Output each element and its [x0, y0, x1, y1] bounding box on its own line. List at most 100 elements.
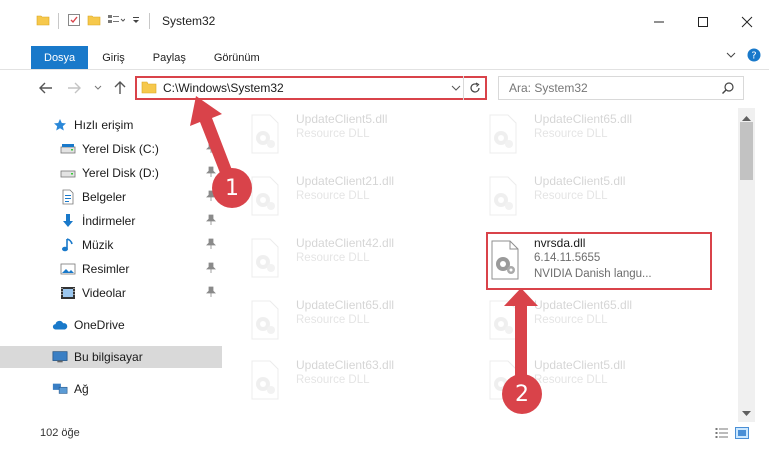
file-description: Resource DLL — [534, 374, 608, 386]
vertical-scrollbar[interactable] — [738, 108, 755, 422]
back-button[interactable] — [38, 80, 54, 96]
videos-icon — [60, 285, 76, 301]
pin-icon[interactable] — [206, 262, 216, 277]
sidebar-item-label: Bu bilgisayar — [74, 350, 143, 364]
customize-toolbar-icon[interactable] — [131, 13, 141, 30]
sidebar-item-local-disk-c[interactable]: Yerel Disk (C:) — [0, 138, 222, 160]
sidebar-item-local-disk-d[interactable]: Yerel Disk (D:) — [0, 162, 222, 184]
title-bar: System32 — [0, 0, 769, 42]
sidebar-item-this-pc[interactable]: Bu bilgisayar — [0, 346, 222, 368]
sidebar-item-quick-access[interactable]: Hızlı erişim — [0, 114, 222, 136]
tab-share[interactable]: Paylaş — [139, 46, 200, 69]
dll-file-icon — [248, 238, 282, 278]
file-name: UpdateClient65.dll — [534, 298, 633, 312]
maximize-icon — [698, 17, 708, 27]
properties-icon[interactable] — [67, 13, 81, 30]
expand-ribbon-icon[interactable] — [725, 49, 737, 64]
sidebar-item-label: Hızlı erişim — [74, 118, 134, 132]
pin-icon[interactable] — [206, 286, 216, 301]
view-switcher — [715, 427, 749, 442]
sidebar-item-videos[interactable]: Videolar — [0, 282, 222, 304]
status-bar: 102 öğe — [0, 424, 769, 446]
sidebar-item-network[interactable]: Ağ — [0, 378, 222, 400]
tab-home[interactable]: Giriş — [88, 46, 139, 69]
dll-file-icon — [486, 300, 520, 340]
sidebar-item-label: OneDrive — [74, 318, 125, 332]
file-name: UpdateClient65.dll — [534, 112, 633, 126]
chevron-down-icon[interactable] — [451, 82, 461, 97]
address-row: C:\Windows\System32 Ara: System32 — [0, 74, 769, 102]
file-name: UpdateClient5.dll — [296, 112, 388, 126]
callout-badge-2: 2 — [502, 374, 542, 414]
folder-icon — [36, 13, 50, 30]
pin-icon[interactable] — [206, 238, 216, 253]
minimize-icon — [654, 21, 664, 23]
sidebar-item-label: Resimler — [82, 262, 130, 276]
view-options-icon[interactable] — [107, 13, 126, 30]
minimize-button[interactable] — [637, 6, 681, 38]
file-item[interactable]: UpdateClient21.dll Resource DLL — [224, 170, 444, 220]
tab-view[interactable]: Görünüm — [200, 46, 274, 69]
up-button[interactable] — [112, 80, 128, 96]
file-description: Resource DLL — [296, 190, 370, 202]
file-item[interactable]: UpdateClient42.dll Resource DLL — [224, 232, 444, 282]
help-icon[interactable]: ? — [747, 48, 761, 65]
sidebar-item-label: Yerel Disk (D:) — [82, 166, 159, 180]
file-name: UpdateClient65.dll — [296, 298, 395, 312]
documents-icon — [60, 189, 76, 205]
refresh-button[interactable] — [463, 76, 485, 100]
dll-file-icon — [248, 114, 282, 154]
file-item[interactable]: UpdateClient5.dll Resource DLL — [224, 108, 444, 158]
file-description: Resource DLL — [296, 314, 370, 326]
new-folder-icon[interactable] — [87, 13, 101, 30]
file-highlight-box — [486, 232, 712, 290]
recent-locations-button[interactable] — [90, 80, 106, 96]
drive-icon — [60, 165, 76, 181]
close-button[interactable] — [725, 6, 769, 38]
scroll-down-icon[interactable] — [742, 406, 751, 420]
sidebar-item-onedrive[interactable]: OneDrive — [0, 314, 222, 336]
scrollbar-thumb[interactable] — [740, 122, 753, 180]
close-icon — [741, 16, 753, 28]
large-icons-view-icon[interactable] — [735, 427, 749, 442]
file-description: Resource DLL — [296, 128, 370, 140]
sidebar-item-downloads[interactable]: İndirmeler — [0, 210, 222, 232]
chevron-down-icon — [94, 85, 102, 90]
file-item[interactable]: UpdateClient5.dll Resource DLL — [462, 170, 682, 220]
sidebar-item-label: İndirmeler — [82, 214, 136, 228]
arrow-left-icon — [39, 82, 52, 94]
address-path[interactable]: C:\Windows\System32 — [163, 81, 284, 95]
file-item[interactable]: UpdateClient65.dll Resource DLL — [224, 294, 444, 344]
star-icon — [52, 117, 68, 133]
svg-text:?: ? — [751, 51, 756, 62]
search-placeholder: Ara: System32 — [509, 81, 588, 95]
details-view-icon[interactable] — [715, 427, 729, 442]
search-icon — [721, 81, 735, 98]
sidebar-item-label: Yerel Disk (C:) — [82, 142, 159, 156]
file-item[interactable]: UpdateClient5.dll Resource DLL — [462, 354, 682, 404]
sidebar-item-label: Videolar — [82, 286, 126, 300]
tab-file[interactable]: Dosya — [31, 46, 89, 69]
sidebar-item-documents[interactable]: Belgeler — [0, 186, 222, 208]
search-input[interactable]: Ara: System32 — [498, 76, 744, 100]
item-count: 102 öğe — [40, 427, 80, 439]
file-item[interactable]: UpdateClient65.dll Resource DLL — [462, 108, 682, 158]
dll-file-icon — [248, 176, 282, 216]
navigation-pane: Hızlı erişim Yerel Disk (C:) Yerel Disk … — [0, 108, 222, 418]
sidebar-item-pictures[interactable]: Resimler — [0, 258, 222, 280]
pin-icon[interactable] — [206, 142, 216, 157]
file-name: UpdateClient5.dll — [534, 174, 626, 188]
maximize-button[interactable] — [681, 6, 725, 38]
file-item[interactable]: UpdateClient63.dll Resource DLL — [224, 354, 444, 404]
dll-file-icon — [248, 300, 282, 340]
refresh-icon — [469, 82, 480, 93]
dll-file-icon — [486, 114, 520, 154]
pin-icon[interactable] — [206, 214, 216, 229]
file-name: UpdateClient42.dll — [296, 236, 395, 250]
file-description: Resource DLL — [296, 374, 370, 386]
address-bar[interactable]: C:\Windows\System32 — [135, 76, 487, 100]
file-name: UpdateClient5.dll — [534, 358, 626, 372]
sidebar-item-music[interactable]: Müzik — [0, 234, 222, 256]
forward-button[interactable] — [66, 80, 82, 96]
file-item[interactable]: UpdateClient65.dll Resource DLL — [462, 294, 682, 344]
